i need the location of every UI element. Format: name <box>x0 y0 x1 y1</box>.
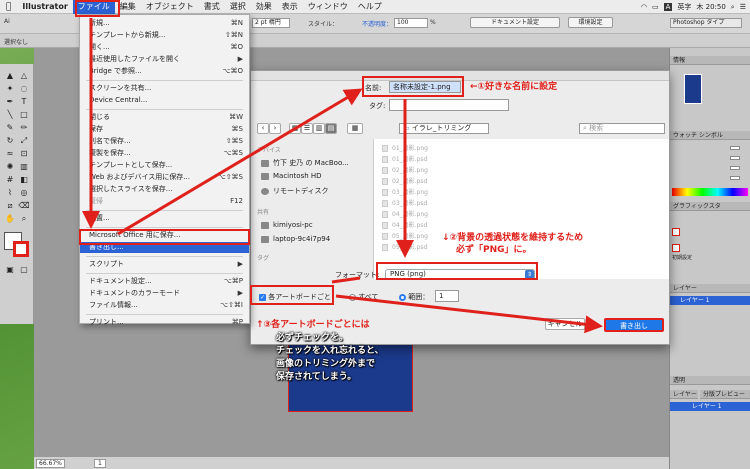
callout-step2-line1: ↓②背景の透過状態を維持するため <box>442 233 584 243</box>
callout-step3-line4: 画像のトリミング外まで <box>276 359 376 369</box>
callout-step2-line2: 必ず「PNG」に。 <box>456 245 532 255</box>
callout-step3-line1: ↑③各アートボードごとには <box>256 320 370 330</box>
callout-step3-line5: 保存されてしまう。 <box>276 372 357 382</box>
arrow-artboards-to-format <box>331 276 361 284</box>
callout-step3-line2: 必ずチェックを。 <box>276 333 349 343</box>
callout-step1: ←①好きな名前に設定 <box>470 82 558 92</box>
arrow-to-export-button <box>335 294 603 334</box>
annotation-arrows <box>82 18 603 334</box>
callout-step3-line3: チェックを入れ忘れると、 <box>276 346 384 356</box>
arrow-export-to-name <box>117 88 363 236</box>
